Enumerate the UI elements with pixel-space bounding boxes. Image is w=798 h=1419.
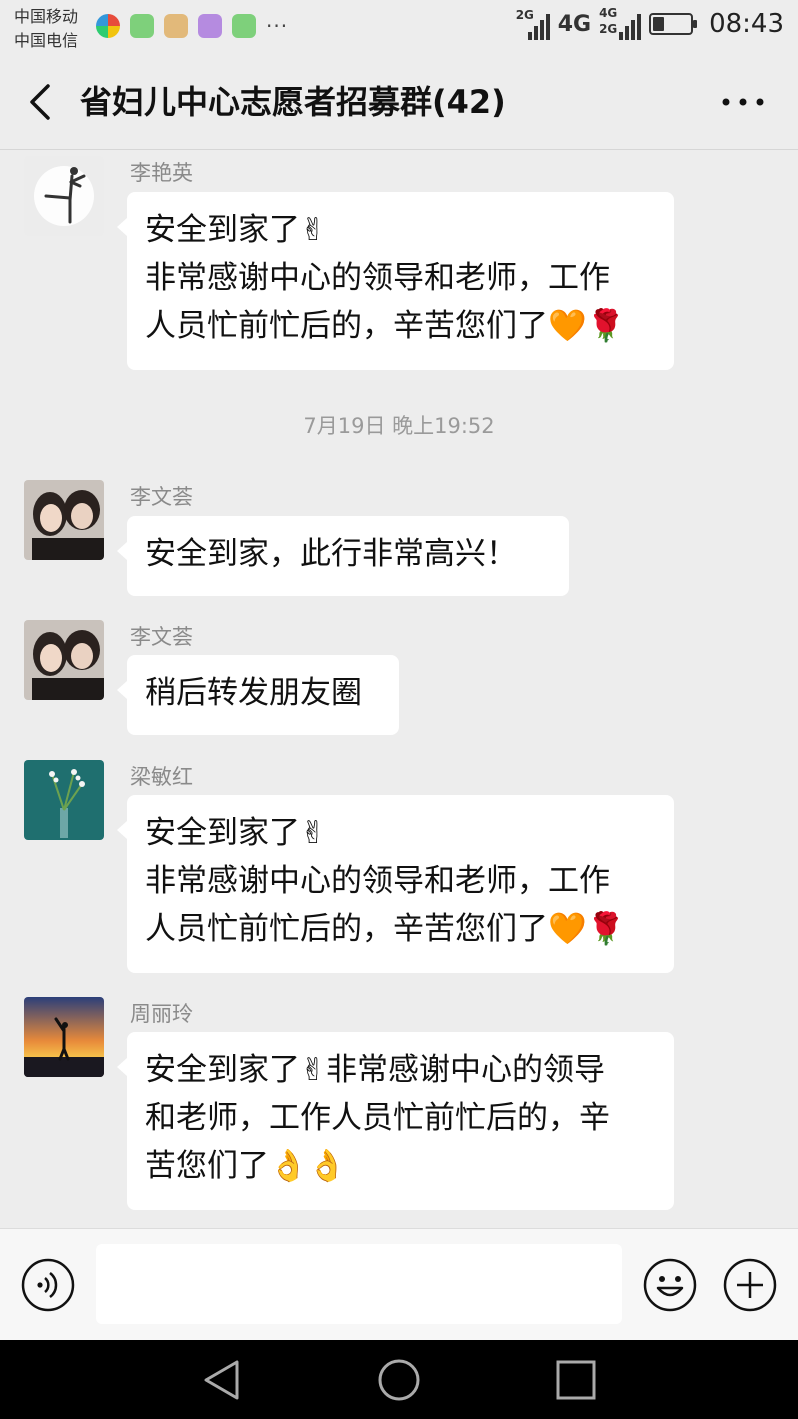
signal-2-label-top: 4G xyxy=(599,6,618,20)
portrait-avatar-image xyxy=(24,620,104,700)
avatar[interactable] xyxy=(24,156,104,236)
carrier-info: 中国移动 中国电信 xyxy=(14,5,78,53)
signal-1-icon: 2G xyxy=(516,8,550,40)
bag-notification-icon xyxy=(130,14,154,38)
avatar[interactable] xyxy=(24,620,104,700)
message-line: 安全到家，此行非常高兴！ xyxy=(145,536,517,572)
message-line: 安全到家了✌非常感谢中心的领导 xyxy=(145,1052,605,1088)
battery-level xyxy=(653,17,665,31)
circle-home-icon xyxy=(378,1359,420,1401)
signal-2-label-bottom: 2G xyxy=(599,22,618,36)
triangle-back-icon xyxy=(204,1360,239,1400)
message-line: 非常感谢中心的领导和老师，工作 xyxy=(145,863,610,899)
sender-name: 周丽玲 xyxy=(130,1002,193,1026)
avatar[interactable] xyxy=(24,997,104,1077)
voice-icon xyxy=(21,1258,75,1312)
sunset-avatar-image xyxy=(24,997,104,1077)
message-line: 和老师，工作人员忙前忙后的，辛 xyxy=(145,1100,610,1136)
message-bubble[interactable]: 安全到家，此行非常高兴！ xyxy=(117,516,569,596)
grid-notification-icon xyxy=(232,14,256,38)
app-notification-icon xyxy=(96,14,120,38)
status-bar: 中国移动 中国电信 ··· 2G 4G 4G 2G 08:43 xyxy=(0,0,798,56)
message-bubble[interactable]: 稍后转发朋友圈 xyxy=(117,655,399,735)
avatar[interactable] xyxy=(24,480,104,560)
message-line: 人员忙前忙后的，辛苦您们了🧡🌹 xyxy=(145,308,626,344)
notification-icons: ··· xyxy=(96,14,288,38)
message-bubble[interactable]: 安全到家了✌ 非常感谢中心的领导和老师，工作 人员忙前忙后的，辛苦您们了🧡🌹 xyxy=(117,795,674,973)
nav-recent-button[interactable] xyxy=(553,1357,599,1403)
message-timestamp: 7月19日 晚上19:52 xyxy=(303,414,495,438)
signal-2-icon: 4G 2G xyxy=(599,6,642,40)
more-functions-button[interactable] xyxy=(723,1258,777,1312)
flower-avatar-image xyxy=(24,760,104,840)
nav-back-button[interactable] xyxy=(199,1357,245,1403)
status-right: 2G 4G 4G 2G 08:43 xyxy=(516,6,784,40)
message-line: 安全到家了✌ xyxy=(145,815,326,851)
signal-1-label: 2G xyxy=(515,8,534,22)
carrier-2: 中国电信 xyxy=(14,31,79,50)
message-line: 人员忙前忙后的，辛苦您们了🧡🌹 xyxy=(145,911,626,947)
chat-title: 省妇儿中心志愿者招募群(42) xyxy=(80,83,506,121)
battery-icon xyxy=(649,13,698,35)
chat-header: 省妇儿中心志愿者招募群(42) xyxy=(0,56,798,150)
message-line: 稍后转发朋友圈 xyxy=(145,675,362,711)
chat-messages[interactable]: 李艳英 安全到家了✌ 非常感谢中心的领导和老师，工作 人员忙前忙后的，辛苦您们了… xyxy=(0,150,798,1228)
message-line: 安全到家了✌ xyxy=(145,212,326,248)
carrier-1: 中国移动 xyxy=(14,7,79,26)
square-recent-icon xyxy=(556,1360,596,1400)
system-nav-bar xyxy=(0,1340,798,1419)
sender-name: 梁敏红 xyxy=(130,765,193,789)
input-bar xyxy=(0,1228,798,1340)
message-input[interactable] xyxy=(96,1244,622,1324)
dancer-avatar-image xyxy=(24,156,104,236)
sender-name: 李艳英 xyxy=(130,161,193,185)
plus-icon xyxy=(723,1258,777,1312)
health-notification-icon xyxy=(164,14,188,38)
sender-name: 李文荟 xyxy=(130,485,193,509)
message-line: 苦您们了👌👌 xyxy=(145,1148,347,1184)
emoji-icon xyxy=(643,1258,697,1312)
back-button[interactable] xyxy=(22,80,62,124)
more-dots-icon xyxy=(722,98,764,106)
sender-name: 李文荟 xyxy=(130,625,193,649)
message-bubble[interactable]: 安全到家了✌ 非常感谢中心的领导和老师，工作 人员忙前忙后的，辛苦您们了🧡🌹 xyxy=(117,192,674,370)
message-bubble[interactable]: 安全到家了✌非常感谢中心的领导 和老师，工作人员忙前忙后的，辛 苦您们了👌👌 xyxy=(117,1032,674,1210)
portrait-avatar-image xyxy=(24,480,104,560)
gallery-notification-icon xyxy=(198,14,222,38)
message-line: 非常感谢中心的领导和老师，工作 xyxy=(145,260,610,296)
voice-button[interactable] xyxy=(21,1258,75,1312)
more-notifications-icon: ··· xyxy=(266,14,289,38)
network-type: 4G xyxy=(557,11,592,37)
more-button[interactable] xyxy=(718,80,768,124)
emoji-button[interactable] xyxy=(643,1258,697,1312)
clock: 08:43 xyxy=(709,9,784,39)
nav-home-button[interactable] xyxy=(376,1357,422,1403)
chevron-left-icon xyxy=(30,84,50,120)
avatar[interactable] xyxy=(24,760,104,840)
